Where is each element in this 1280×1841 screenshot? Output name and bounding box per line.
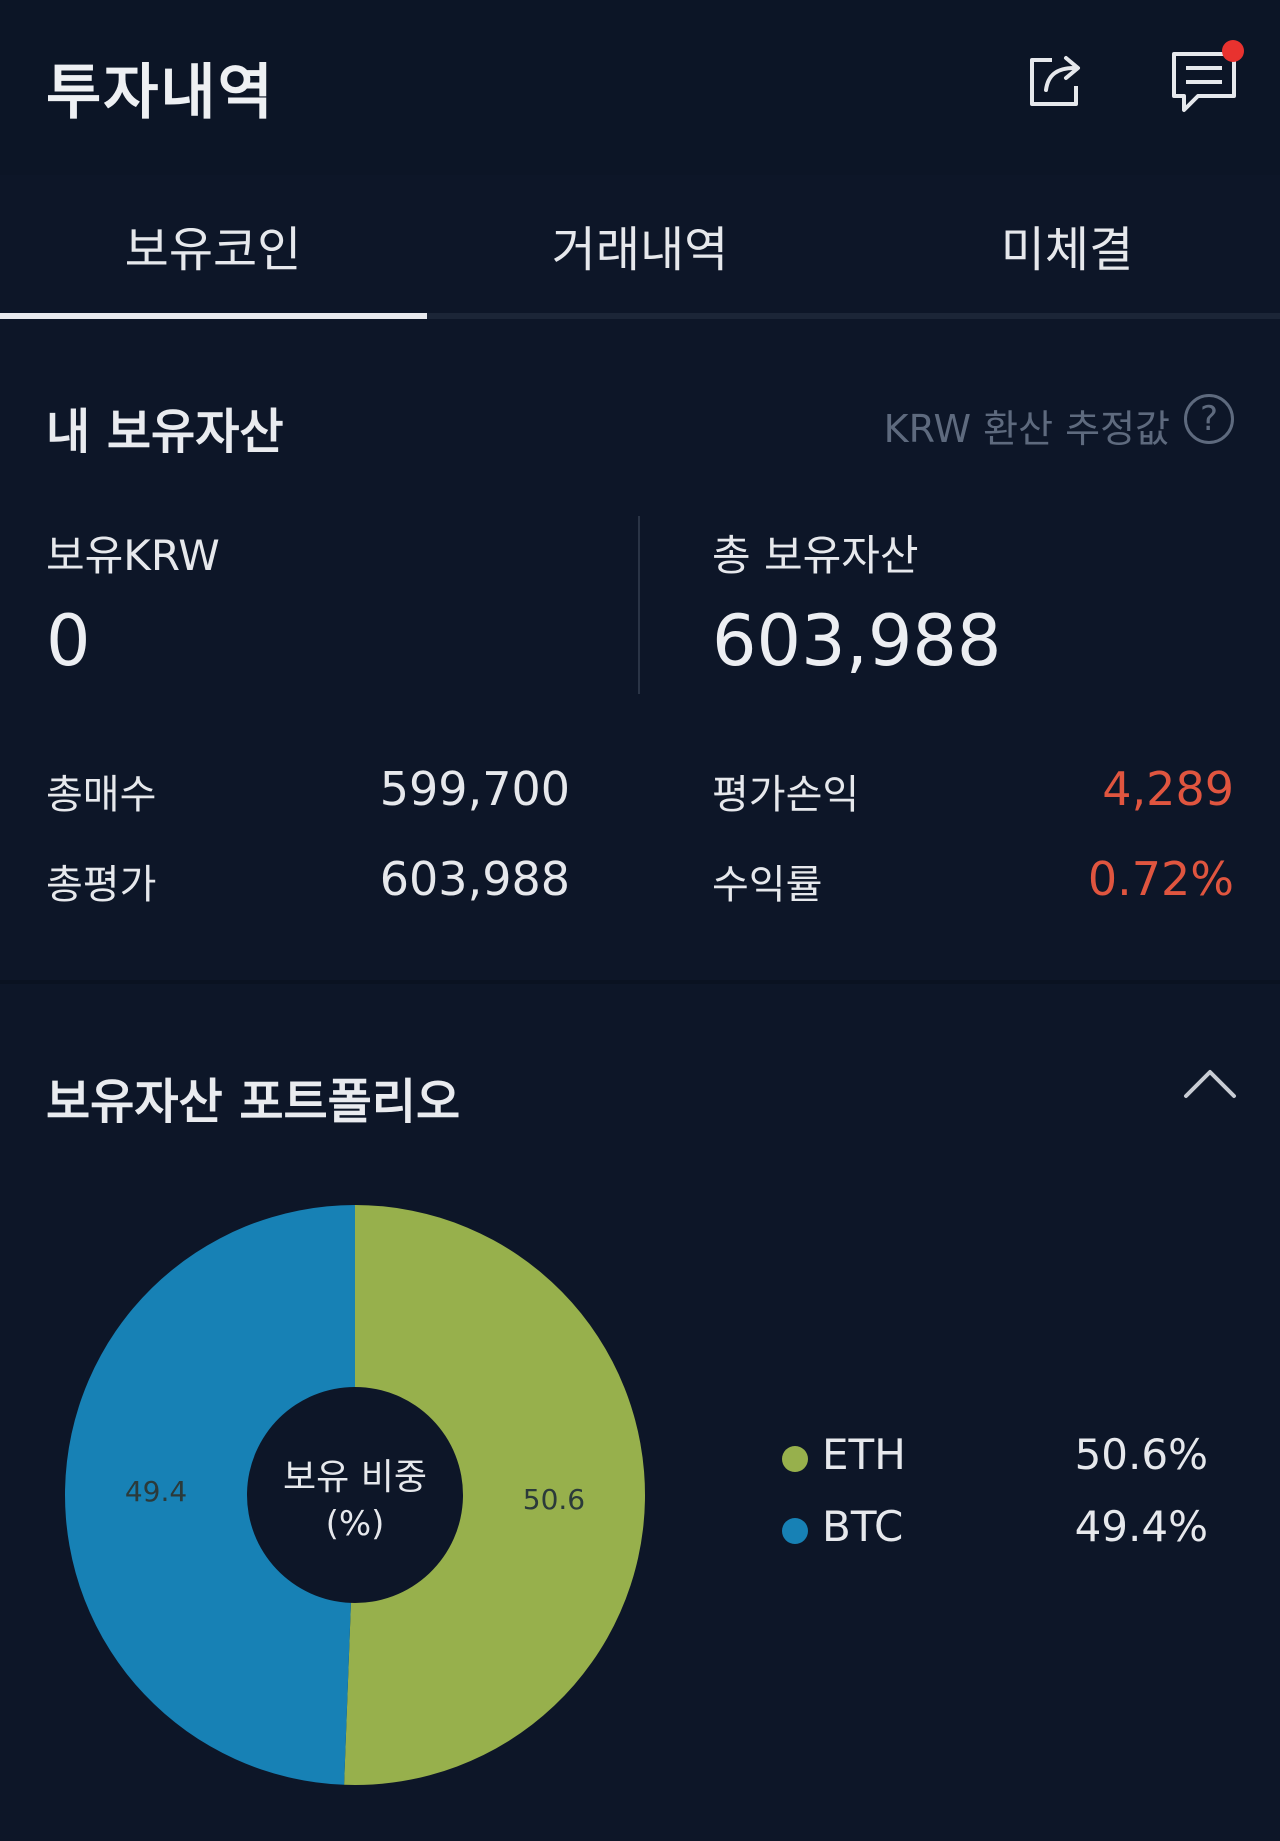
legend-dot-eth bbox=[782, 1446, 808, 1472]
share-icon[interactable] bbox=[1022, 46, 1092, 116]
donut-svg: 50.6 49.4 보유 비중 (%) bbox=[65, 1205, 646, 1785]
total-assets-value: 603,988 bbox=[712, 600, 1002, 682]
my-assets-title: 내 보유자산 bbox=[46, 404, 284, 460]
portfolio-donut-chart: 50.6 49.4 보유 비중 (%) bbox=[60, 1200, 650, 1790]
return-rate-label: 수익률 bbox=[712, 862, 823, 908]
total-assets-label: 총 보유자산 bbox=[712, 531, 919, 580]
legend-name: ETH bbox=[822, 1430, 906, 1479]
legend-percent: 49.4% bbox=[1074, 1502, 1208, 1551]
legend-item-btc: BTC 49.4% bbox=[778, 1502, 1228, 1574]
total-eval-value: 603,988 bbox=[379, 852, 570, 906]
help-icon[interactable]: ? bbox=[1184, 394, 1234, 444]
pnl-label: 평가손익 bbox=[712, 772, 860, 818]
tab-trade-history[interactable]: 거래내역 bbox=[427, 210, 853, 280]
donut-center-unit: (%) bbox=[326, 1504, 385, 1544]
active-tab-indicator bbox=[0, 313, 427, 319]
tab-unfilled-orders[interactable]: 미체결 bbox=[854, 210, 1280, 280]
total-buy-value: 599,700 bbox=[379, 762, 570, 816]
legend-item-eth: ETH 50.6% bbox=[778, 1430, 1228, 1502]
legend-name: BTC bbox=[822, 1502, 904, 1551]
total-eval-label: 총평가 bbox=[46, 862, 157, 908]
slice-label-btc: 49.4 bbox=[125, 1475, 187, 1508]
krw-holding-value: 0 bbox=[46, 600, 91, 682]
app-header: 투자내역 bbox=[0, 0, 1280, 175]
chart-legend: ETH 50.6% BTC 49.4% bbox=[778, 1430, 1228, 1574]
total-buy-label: 총매수 bbox=[46, 772, 157, 818]
return-rate-value: 0.72% bbox=[1087, 852, 1234, 906]
portfolio-title: 보유자산 포트폴리오 bbox=[46, 1074, 461, 1130]
tab-bar: 보유코인 거래내역 미체결 bbox=[0, 190, 1280, 320]
summary-divider bbox=[638, 516, 640, 694]
legend-dot-btc bbox=[782, 1518, 808, 1544]
tab-holdings[interactable]: 보유코인 bbox=[0, 210, 426, 280]
page-title: 투자내역 bbox=[46, 58, 275, 128]
krw-estimate-note: KRW 환산 추정값 bbox=[883, 407, 1170, 451]
donut-center-label: 보유 비중 bbox=[283, 1457, 427, 1498]
notification-dot bbox=[1222, 40, 1244, 62]
pnl-value: 4,289 bbox=[1102, 762, 1234, 816]
chevron-up-icon[interactable] bbox=[1180, 1064, 1240, 1104]
slice-label-eth: 50.6 bbox=[523, 1483, 585, 1516]
legend-percent: 50.6% bbox=[1074, 1430, 1208, 1479]
krw-holding-label: 보유KRW bbox=[46, 531, 220, 580]
section-separator bbox=[0, 980, 1280, 984]
